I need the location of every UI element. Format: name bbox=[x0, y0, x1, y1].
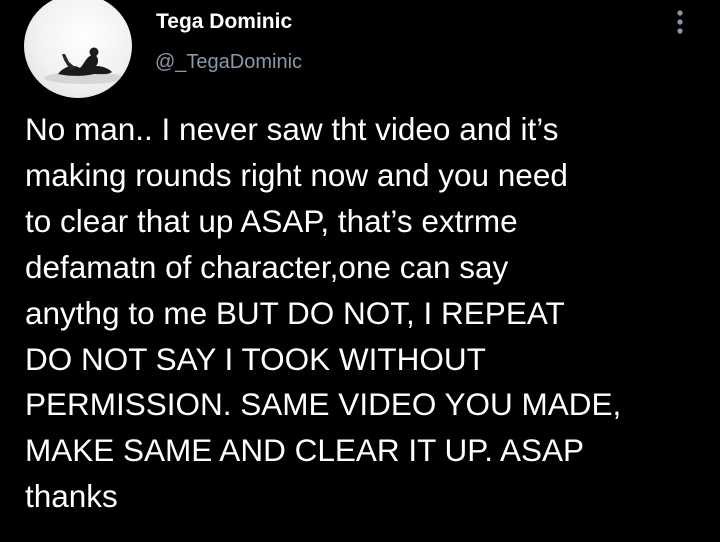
tweet-card: Tega Dominic @_TegaDominic No man.. I ne… bbox=[0, 0, 720, 542]
avatar-photo-figure bbox=[44, 47, 124, 84]
avatar[interactable] bbox=[24, 0, 132, 98]
tweet-text: No man.. I never saw tht video and it’s … bbox=[25, 111, 622, 515]
more-options-button[interactable] bbox=[668, 8, 692, 38]
more-vertical-icon bbox=[677, 10, 683, 34]
author-handle[interactable]: @_TegaDominic bbox=[155, 51, 302, 74]
author-display-name[interactable]: Tega Dominic bbox=[156, 10, 292, 34]
